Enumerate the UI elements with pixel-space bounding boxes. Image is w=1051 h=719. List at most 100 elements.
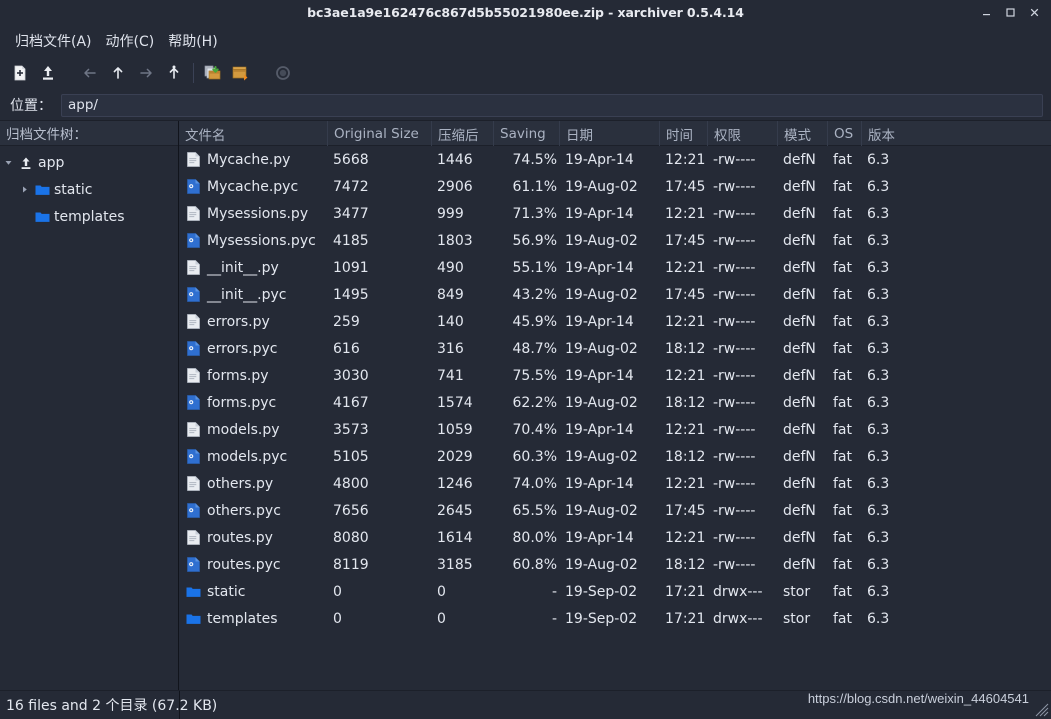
table-row[interactable]: __init__.pyc 1495 849 43.2% 19-Aug-02 17:45 -r…: [179, 281, 1051, 308]
table-row[interactable]: others.pyc 7656 2645 65.5% 19-Aug-02 17:45 -rw…: [179, 497, 1051, 524]
table-row[interactable]: routes.py 8080 1614 80.0% 19-Apr-14 12:21 -rw-…: [179, 524, 1051, 551]
table-row[interactable]: forms.py 3030 741 75.5% 19-Apr-14 12:21 -rw---…: [179, 362, 1051, 389]
table-row[interactable]: Mycache.pyc 7472 2906 61.1% 19-Aug-02 17:45 -r…: [179, 173, 1051, 200]
folder-icon: [32, 183, 52, 196]
minimize-icon[interactable]: [980, 6, 993, 19]
cell-text: 4185: [333, 232, 369, 249]
column-header-time[interactable]: 时间: [659, 121, 707, 146]
cell-name: Mysessions.py: [185, 200, 327, 227]
cell-time: 12:21: [665, 416, 705, 443]
cell-text: defN: [783, 259, 816, 276]
new-archive-button[interactable]: [6, 59, 34, 87]
close-icon[interactable]: [1028, 6, 1041, 19]
cell-saving: 71.3%: [499, 200, 557, 227]
file-name-label: __init__.py: [207, 259, 279, 276]
column-header-date[interactable]: 日期: [559, 121, 659, 146]
cell-text: 43.2%: [512, 286, 557, 303]
cell-version: 6.3: [867, 200, 909, 227]
cell-text: 6.3: [867, 151, 890, 168]
cell-text: -rw----: [713, 205, 756, 222]
column-header-saving[interactable]: Saving: [493, 121, 559, 146]
resize-grip-icon[interactable]: [1035, 703, 1049, 717]
table-row[interactable]: models.pyc 5105 2029 60.3% 19-Aug-02 18:12 -rw…: [179, 443, 1051, 470]
maximize-icon[interactable]: [1004, 6, 1017, 19]
cell-text: 6.3: [867, 529, 890, 546]
cell-text: -: [551, 583, 557, 600]
cell-compressed: 1059: [437, 416, 491, 443]
tree-node-static[interactable]: static: [0, 176, 178, 203]
cell-text: 19-Aug-02: [565, 394, 638, 411]
table-row[interactable]: Mycache.py 5668 1446 74.5% 19-Apr-14 12:21 -rw…: [179, 146, 1051, 173]
extract-from-archive-button[interactable]: [227, 59, 255, 87]
menu-bar: 归档文件(A) 动作(C) 帮助(H): [0, 26, 1051, 56]
table-row[interactable]: others.py 4800 1246 74.0% 19-Apr-14 12:21 -rw-…: [179, 470, 1051, 497]
column-header-name[interactable]: 文件名: [179, 121, 327, 146]
column-header-method[interactable]: 模式: [777, 121, 827, 146]
location-input[interactable]: [61, 93, 1043, 117]
cell-text: 3030: [333, 367, 369, 384]
column-header-perm[interactable]: 权限: [707, 121, 777, 146]
table-row[interactable]: __init__.py 1091 490 55.1% 19-Apr-14 12:21 -rw…: [179, 254, 1051, 281]
forward-button[interactable]: [132, 59, 160, 87]
table-row[interactable]: Mysessions.py 3477 999 71.3% 19-Apr-14 12:21-…: [179, 200, 1051, 227]
tree-expand-arrow-closed-icon[interactable]: [16, 185, 32, 194]
column-header-label: 压缩后: [438, 127, 479, 144]
cell-version: 6.3: [867, 146, 909, 173]
column-header-label: 权限: [714, 127, 741, 144]
open-archive-button[interactable]: [34, 59, 62, 87]
column-header-version[interactable]: 版本: [861, 121, 911, 146]
tree-node-templates[interactable]: templates: [0, 203, 178, 230]
cell-text: fat: [833, 367, 852, 384]
column-header-os[interactable]: OS: [827, 121, 861, 146]
python-source-file-icon: [185, 152, 202, 167]
table-row[interactable]: errors.pyc 616 316 48.7% 19-Aug-02 18:12 -rw--…: [179, 335, 1051, 362]
python-compiled-file-icon: [185, 179, 202, 194]
cell-time: 12:21: [665, 470, 705, 497]
cell-text: fat: [833, 205, 852, 222]
cell-text: fat: [833, 448, 852, 465]
column-header-original[interactable]: Original Size: [327, 121, 431, 146]
back-button[interactable]: [76, 59, 104, 87]
cell-text: 6.3: [867, 610, 890, 627]
home-button[interactable]: [160, 59, 188, 87]
cell-text: 6.3: [867, 205, 890, 222]
cell-original: 7656: [333, 497, 429, 524]
file-list-pane: 文件名 Original Size 压缩后 Saving 日期 时间 权限 模式 OS 版本 My…: [179, 121, 1051, 690]
add-to-archive-button[interactable]: [199, 59, 227, 87]
menu-archive[interactable]: 归档文件(A): [8, 28, 99, 54]
table-row[interactable]: templates 0 0 -19-Sep-02 17:21 drwx--- stor fat…: [179, 605, 1051, 632]
tree-node-app[interactable]: app: [0, 149, 178, 176]
cell-version: 6.3: [867, 362, 909, 389]
table-row[interactable]: models.py 3573 1059 70.4% 19-Apr-14 12:21 -rw-…: [179, 416, 1051, 443]
table-row[interactable]: errors.py 259 140 45.9% 19-Apr-14 12:21 -rw---…: [179, 308, 1051, 335]
menu-help[interactable]: 帮助(H): [161, 28, 224, 54]
cell-text: 17:45: [665, 502, 706, 519]
stop-button[interactable]: [269, 59, 297, 87]
menu-action[interactable]: 动作(C): [99, 28, 162, 54]
cell-perm: -rw----: [713, 443, 775, 470]
cell-version: 6.3: [867, 605, 909, 632]
column-header-compressed[interactable]: 压缩后: [431, 121, 493, 146]
status-bar: 16 files and 2 个目录 (67.2 KB) https://blo…: [0, 690, 1051, 719]
table-row[interactable]: Mysessions.pyc 4185 1803 56.9% 19-Aug-02 17:4…: [179, 227, 1051, 254]
cell-saving: -: [499, 605, 557, 632]
cell-text: -rw----: [713, 178, 756, 195]
cell-text: fat: [833, 610, 852, 627]
cell-text: defN: [783, 178, 816, 195]
cell-perm: -rw----: [713, 254, 775, 281]
table-row[interactable]: static 0 0 -19-Sep-02 17:21 drwx--- stor fat 6.3: [179, 578, 1051, 605]
cell-date: 19-Aug-02: [565, 227, 657, 254]
cell-text: 3573: [333, 421, 369, 438]
cell-text: 6.3: [867, 367, 890, 384]
cell-text: drwx---: [713, 610, 763, 627]
cell-version: 6.3: [867, 416, 909, 443]
table-row[interactable]: routes.pyc 8119 3185 60.8% 19-Aug-02 18:12 -rw…: [179, 551, 1051, 578]
cell-method: defN: [783, 254, 825, 281]
table-row[interactable]: forms.pyc 4167 1574 62.2% 19-Aug-02 18:12 -rw-…: [179, 389, 1051, 416]
cell-text: 4800: [333, 475, 369, 492]
tree-expand-arrow-open-icon[interactable]: [0, 158, 16, 167]
location-label: 位置：: [10, 98, 52, 114]
cell-saving: 74.5%: [499, 146, 557, 173]
up-button[interactable]: [104, 59, 132, 87]
file-list-header: 文件名 Original Size 压缩后 Saving 日期 时间 权限 模式 OS 版本: [179, 121, 1051, 146]
